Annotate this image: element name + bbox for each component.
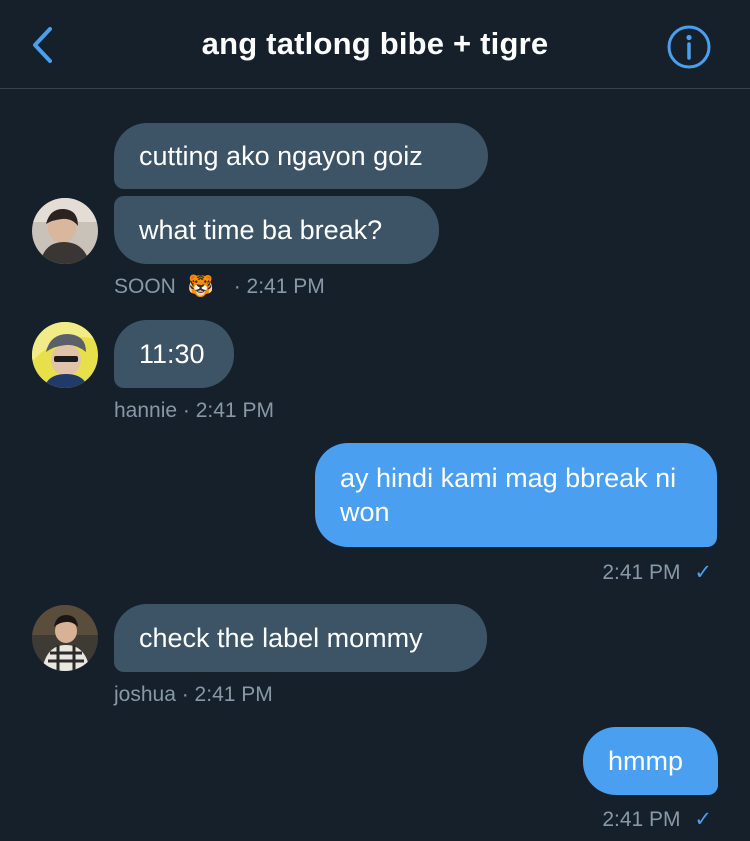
message-bubble[interactable]: check the label mommy — [114, 604, 487, 672]
message-meta: 2:41 PM ✓ — [602, 807, 712, 832]
message-meta: 2:41 PM ✓ — [602, 560, 712, 585]
timestamp: · 2:41 PM — [181, 683, 273, 706]
message-text: hmmp — [608, 746, 684, 776]
sender-name: hannie — [114, 399, 178, 422]
message-bubble[interactable]: ay hindi kami mag bbreak ni won — [315, 443, 717, 547]
avatar-image — [32, 322, 98, 388]
message-meta: hannie · 2:41 PM — [114, 399, 274, 423]
timestamp: · 2:41 PM — [233, 275, 325, 298]
sent-check-icon: ✓ — [694, 808, 712, 831]
message-text: 11:30 — [139, 339, 205, 369]
message-text: ay hindi kami mag bbreak ni won — [340, 463, 677, 527]
avatar-image — [32, 198, 98, 264]
info-button[interactable] — [666, 24, 712, 70]
message-text: what time ba break? — [139, 215, 383, 245]
message-bubble[interactable]: cutting ako ngayon goiz — [114, 123, 488, 189]
avatar[interactable] — [32, 605, 98, 671]
message-meta: joshua · 2:41 PM — [114, 683, 273, 707]
message-text: check the label mommy — [139, 623, 423, 653]
avatar[interactable] — [32, 322, 98, 388]
avatar-image — [32, 605, 98, 671]
avatar[interactable] — [32, 198, 98, 264]
timestamp: · 2:41 PM — [182, 399, 274, 422]
message-text: cutting ako ngayon goiz — [139, 141, 423, 171]
sender-name: joshua — [114, 683, 176, 706]
message-bubble[interactable]: what time ba break? — [114, 196, 439, 264]
tiger-emoji-icon: 🐯 — [187, 275, 214, 298]
info-icon — [667, 25, 711, 69]
message-bubble[interactable]: 11:30 — [114, 320, 234, 388]
message-bubble[interactable]: hmmp — [583, 727, 718, 795]
sent-check-icon: ✓ — [694, 561, 712, 584]
timestamp: 2:41 PM — [602, 808, 681, 831]
sender-name: SOON — [114, 275, 176, 298]
timestamp: 2:41 PM — [602, 561, 681, 584]
message-meta: SOON 🐯 · 2:41 PM — [114, 275, 325, 299]
conversation-title: ang tatlong bibe + tigre — [201, 26, 549, 61]
conversation-header: ang tatlong bibe + tigre — [0, 0, 750, 89]
